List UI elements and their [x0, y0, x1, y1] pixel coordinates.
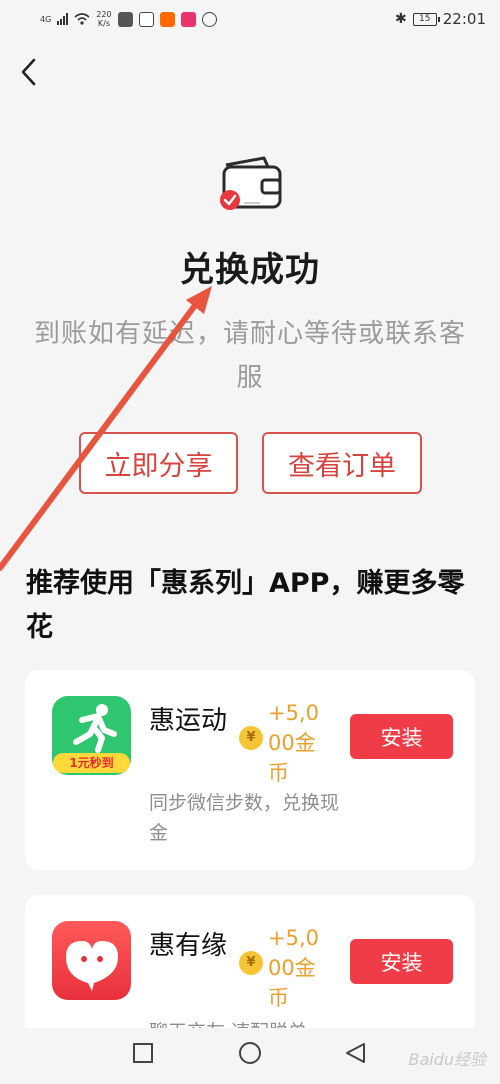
status-left: 4G 220 K/s — [40, 10, 217, 28]
reward-text: +5,000金币 — [268, 926, 319, 1010]
recent-apps-icon[interactable] — [132, 1042, 154, 1064]
network-speed: 220 K/s — [96, 10, 111, 28]
recommend-title: 推荐使用「惠系列」APP，赚更多零花 — [26, 568, 465, 643]
speed-unit: K/s — [97, 19, 110, 28]
speed-value: 220 — [96, 10, 112, 19]
install-button[interactable]: 安装 — [350, 939, 453, 984]
hui-youyuan-app-icon — [52, 921, 131, 1000]
chevron-left-icon — [21, 58, 36, 86]
app-card: 1元秒到 惠运动 ¥ +5,000金币 安装 同步微信步数，兑换现金 — [25, 670, 475, 870]
hui-sport-app-icon: 1元秒到 — [52, 696, 131, 775]
wifi-icon — [74, 13, 90, 25]
globe-notification-icon — [201, 11, 217, 27]
wallet-success-icon — [220, 156, 282, 210]
clock: 22:01 — [442, 10, 486, 28]
status-right: ✱ 15 22:01 — [395, 10, 486, 28]
app-notification-icon — [138, 11, 154, 27]
chat-bubble-icon — [66, 941, 118, 991]
status-bar: 4G 220 K/s ✱ 15 22:01 — [0, 0, 500, 38]
signal-icon — [57, 13, 69, 25]
success-description: 到账如有延迟，请耐心等待或联系客服 — [33, 319, 466, 393]
app-notification-icon — [180, 11, 196, 27]
running-man-icon — [73, 704, 117, 753]
back-button[interactable] — [14, 52, 46, 92]
home-icon[interactable] — [238, 1042, 262, 1066]
app-notification-icon — [117, 11, 133, 27]
app-name: 惠运动 — [149, 706, 228, 736]
app-description: 同步微信步数，兑换现金 — [149, 792, 340, 844]
view-order-button[interactable]: 查看订单 — [262, 432, 422, 494]
bluetooth-icon: ✱ — [395, 11, 407, 27]
back-nav-icon[interactable] — [344, 1042, 366, 1064]
install-button[interactable]: 安装 — [350, 714, 453, 759]
battery-icon: 15 — [412, 12, 440, 26]
share-button[interactable]: 立即分享 — [79, 432, 238, 494]
network-type: 4G — [40, 14, 52, 24]
taobao-notification-icon — [159, 11, 175, 27]
reward-text: +5,000金币 — [268, 701, 319, 785]
icon-badge: 1元秒到 — [53, 753, 130, 773]
coin-icon: ¥ — [239, 951, 263, 975]
watermark: Baidu经验 — [408, 1050, 486, 1069]
success-title: 兑换成功 — [180, 250, 320, 290]
coin-icon: ¥ — [239, 726, 263, 750]
app-name: 惠有缘 — [149, 931, 228, 961]
